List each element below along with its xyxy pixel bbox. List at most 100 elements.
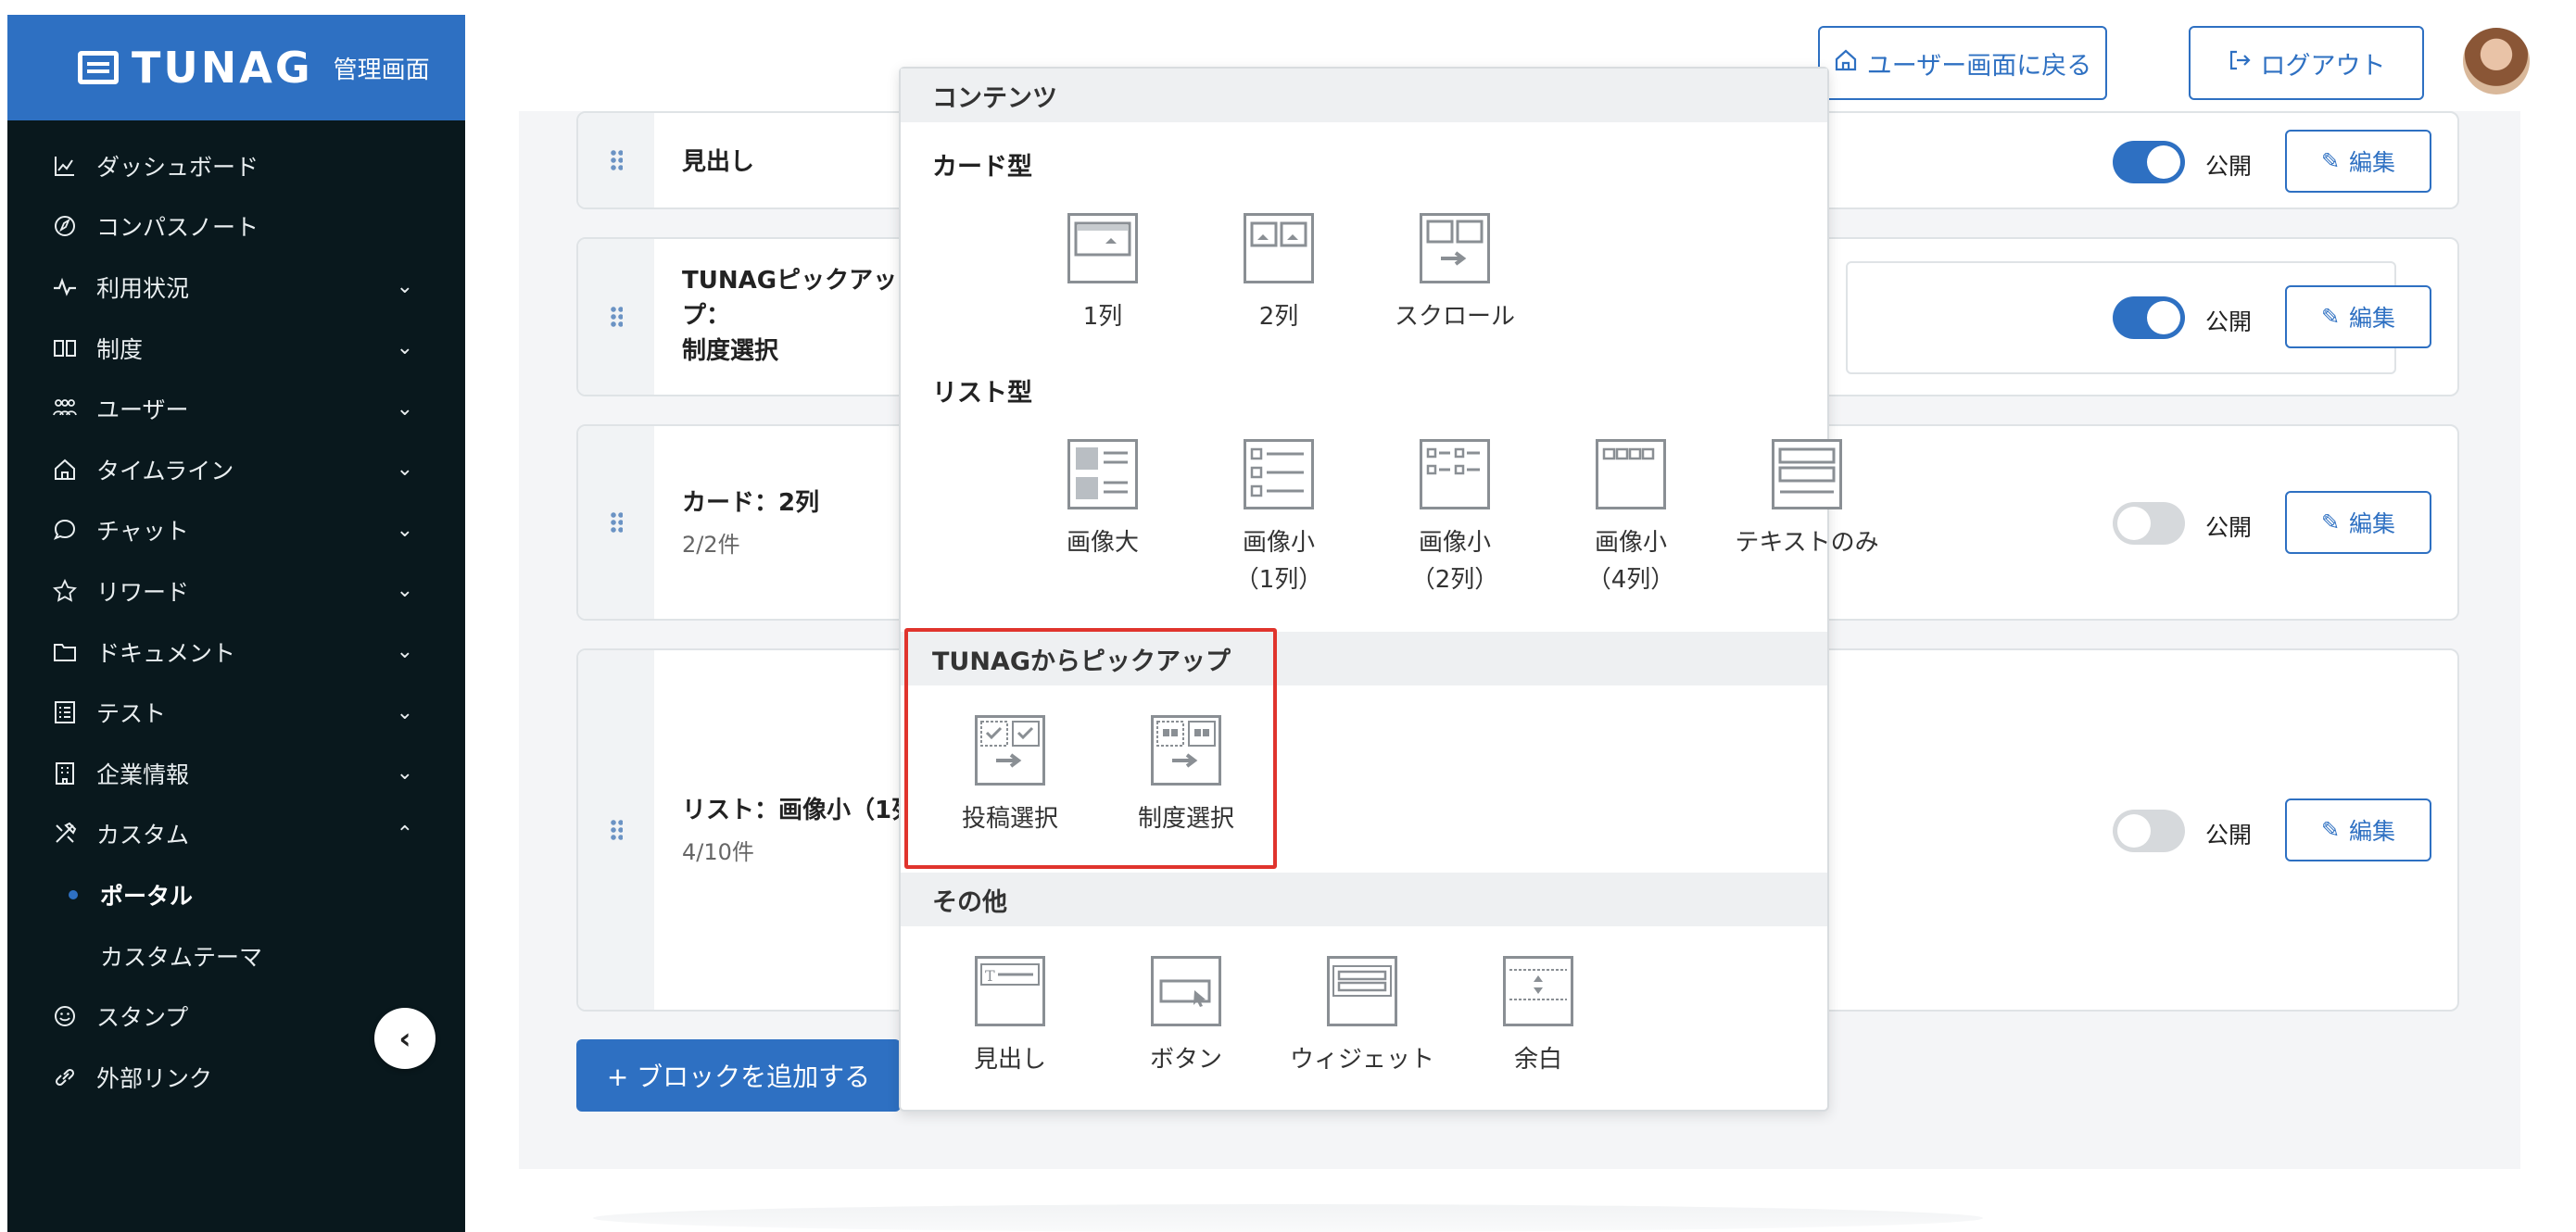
edit-label: 編集 [2349,818,2396,845]
drag-handle[interactable] [578,113,654,207]
sidebar-item-label: 企業情報 [96,761,190,788]
menu-option-list-large-image[interactable]: 画像大 [1015,439,1191,561]
button-icon [1151,956,1221,1026]
menu-option-card-2col[interactable]: 2列 [1191,213,1367,335]
edit-label: 編集 [2349,510,2396,537]
chevron-down-icon: ⌄ [396,336,413,360]
building-icon [52,761,78,786]
menu-option-card-scroll[interactable]: スクロール [1367,213,1543,335]
sidebar-item-label: ユーザー [96,396,189,424]
widget-icon [1327,956,1397,1026]
system-select-icon [1151,715,1221,786]
add-block-button[interactable]: + ブロックを追加する [576,1039,901,1112]
sidebar-item-custom-theme[interactable]: カスタムテーマ [7,925,465,987]
chevron-down-icon: ⌄ [396,640,413,664]
sidebar-item-usage[interactable]: 利用状況 ⌄ [7,257,465,318]
smile-icon [52,1003,78,1029]
publish-label: 公開 [2205,308,2253,335]
menu-option-widget[interactable]: ウィジェット [1274,956,1450,1078]
home-icon [52,457,78,483]
folder-icon [52,639,78,665]
back-to-user-screen-button[interactable]: ユーザー画面に戻る [1818,26,2107,100]
sidebar-header[interactable]: TUNAG 管理画面 [7,15,465,120]
drag-handle[interactable] [578,239,654,395]
sidebar-item-system[interactable]: 制度 ⌄ [7,318,465,379]
sidebar-item-timeline[interactable]: タイムライン ⌄ [7,439,465,500]
block-title-line: 制度選択 [682,337,779,365]
drag-grip-icon [610,511,623,534]
drag-grip-icon [610,819,623,841]
list-small-2col-icon [1420,439,1490,509]
publish-toggle[interactable] [2113,810,2185,852]
publish-toggle[interactable] [2113,502,2185,545]
chevron-down-icon: ⌄ [396,579,413,603]
menu-option-button[interactable]: ボタン [1098,956,1274,1078]
avatar[interactable] [2463,28,2530,94]
tools-icon [52,821,78,847]
menu-option-label: 2列 [1258,303,1299,331]
menu-option-spacer[interactable]: 余白 [1450,956,1626,1078]
edit-button[interactable]: ✎ 編集 [2285,285,2431,348]
sidebar-item-dashboard[interactable]: ダッシュボード [7,135,465,196]
menu-option-label: ウィジェット [1289,1046,1434,1074]
chevron-down-icon: ⌄ [396,761,413,786]
drag-handle[interactable] [578,650,654,1010]
menu-option-card-1col[interactable]: 1列 [1015,213,1191,335]
menu-header-pickup: TUNAGからピックアップ [901,632,1827,685]
menu-option-list-small-2col[interactable]: 画像小 （2列） [1367,439,1543,598]
chevron-down-icon: ⌄ [396,700,413,724]
sidebar-item-users[interactable]: ユーザー ⌄ [7,378,465,439]
menu-option-label: テキストのみ [1735,529,1879,557]
edit-icon: ✎ [2320,148,2341,174]
svg-text:T: T [985,967,995,985]
menu-option-post-select[interactable]: 投稿選択 [922,715,1098,837]
list-small-4col-icon [1596,439,1666,509]
chevron-down-icon: ⌄ [396,458,413,482]
sidebar-item-document[interactable]: ドキュメント ⌄ [7,622,465,683]
logo-icon [78,51,119,84]
sidebar-item-chat[interactable]: チャット ⌄ [7,500,465,561]
star-icon [52,578,78,604]
compass-icon [52,213,78,239]
active-dot [69,889,78,899]
sidebar-nav: ダッシュボード コンパスノート 利用状況 ⌄ 制度 ⌄ ユーザー ⌄ タイムライ… [7,120,465,1108]
publish-label: 公開 [2205,153,2253,180]
sidebar-item-company[interactable]: 企業情報 ⌄ [7,743,465,804]
sidebar-collapse-button[interactable]: ‹ [374,1008,436,1069]
block-title: カード：2列 [682,489,820,517]
menu-option-system-select[interactable]: 制度選択 [1098,715,1274,837]
drag-grip-icon [610,306,623,328]
block-title-line: TUNAGピックアッ [682,267,898,295]
edit-icon: ✎ [2320,817,2341,843]
menu-option-list-text-only[interactable]: テキストのみ [1710,439,1904,561]
sidebar-item-custom[interactable]: カスタム ⌃ [7,804,465,865]
menu-option-label-line1: 画像小 [1418,529,1491,557]
back-to-user-screen-label: ユーザー画面に戻る [1866,51,2092,81]
sidebar-item-label: チャット [96,518,189,546]
drag-handle[interactable] [578,426,654,619]
sidebar-item-label: テスト [96,700,167,728]
edit-button[interactable]: ✎ 編集 [2285,491,2431,554]
edit-button[interactable]: ✎ 編集 [2285,130,2431,193]
sidebar-item-portal[interactable]: ポータル [7,864,465,925]
sidebar-item-test[interactable]: テスト ⌄ [7,682,465,743]
menu-option-heading[interactable]: T 見出し [922,956,1098,1078]
sidebar-item-label: カスタム [96,822,190,849]
link-icon [52,1064,78,1090]
sidebar-item-label: ポータル [100,882,194,910]
chart-line-icon [52,153,78,179]
block-title-line: プ： [682,302,731,330]
activity-icon [52,274,78,300]
logout-button[interactable]: ログアウト [2189,26,2424,100]
sidebar-item-label: リワード [96,578,190,606]
edit-button[interactable]: ✎ 編集 [2285,798,2431,861]
menu-option-label-line2: （1列） [1234,566,1323,594]
sidebar-item-compass-note[interactable]: コンパスノート [7,196,465,258]
menu-option-list-small-4col[interactable]: 画像小 （4列） [1543,439,1719,598]
menu-option-list-small-1col[interactable]: 画像小 （1列） [1191,439,1367,598]
sidebar-item-reward[interactable]: リワード ⌄ [7,560,465,622]
logo-text: TUNAG [132,43,313,93]
publish-toggle[interactable] [2113,296,2185,339]
menu-option-label: 見出し [973,1046,1046,1074]
publish-toggle[interactable] [2113,141,2185,183]
